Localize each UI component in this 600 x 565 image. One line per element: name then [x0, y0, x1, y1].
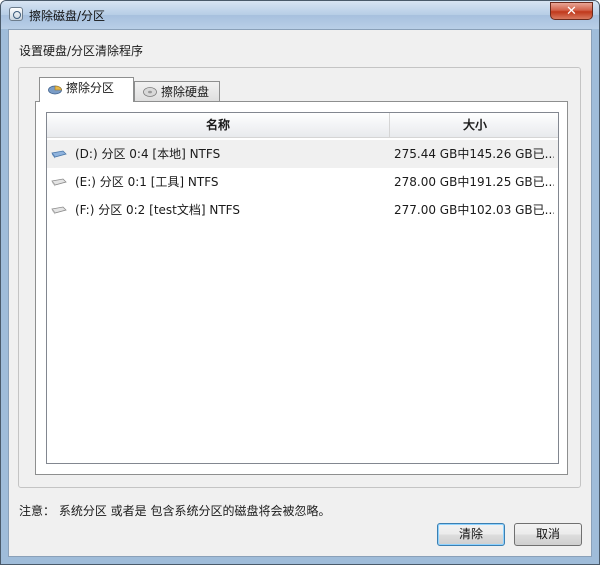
- tab-group: 擦除分区 擦除硬盘 名称 大小 (D:) 分区 0:4 [本地] NTFS 27…: [18, 67, 581, 488]
- row-size: 278.00 GB中191.25 GB已...: [394, 175, 554, 189]
- table-row[interactable]: (F:) 分区 0:2 [test文档] NTFS 277.00 GB中102.…: [47, 196, 558, 224]
- tab-erase-disk-label: 擦除硬盘: [161, 85, 210, 99]
- row-name: (D:) 分区 0:4 [本地] NTFS: [75, 147, 221, 161]
- table-row[interactable]: (D:) 分区 0:4 [本地] NTFS 275.44 GB中145.26 G…: [47, 140, 558, 168]
- window-title: 擦除磁盘/分区: [29, 9, 106, 23]
- title-bar[interactable]: 擦除磁盘/分区 ✕: [1, 1, 599, 29]
- row-size: 275.44 GB中145.26 GB已...: [394, 147, 554, 161]
- column-header-name[interactable]: 名称: [47, 113, 390, 137]
- close-button[interactable]: ✕: [550, 2, 593, 20]
- hard-disk-icon: [143, 87, 157, 97]
- row-name: (F:) 分区 0:2 [test文档] NTFS: [75, 203, 240, 217]
- ignore-note: 注意： 系统分区 或者是 包含系统分区的磁盘将会被忽略。: [19, 504, 331, 518]
- dialog-window: 擦除磁盘/分区 ✕ 设置硬盘/分区清除程序 擦除分区 擦除硬盘 名称 大小 (D…: [0, 0, 600, 565]
- app-icon: [9, 7, 23, 21]
- list-header: 名称 大小: [47, 113, 558, 138]
- table-row[interactable]: (E:) 分区 0:1 [工具] NTFS 278.00 GB中191.25 G…: [47, 168, 558, 196]
- row-size: 277.00 GB中102.03 GB已...: [394, 203, 554, 217]
- tab-panel: 名称 大小 (D:) 分区 0:4 [本地] NTFS 275.44 GB中14…: [35, 101, 568, 475]
- partition-disk-icon: [51, 150, 67, 159]
- column-header-size[interactable]: 大小: [390, 113, 560, 137]
- partition-list[interactable]: 名称 大小 (D:) 分区 0:4 [本地] NTFS 275.44 GB中14…: [46, 112, 559, 464]
- row-name: (E:) 分区 0:1 [工具] NTFS: [75, 175, 219, 189]
- tab-erase-partition[interactable]: 擦除分区: [39, 77, 134, 102]
- dialog-heading: 设置硬盘/分区清除程序: [19, 44, 144, 58]
- partition-icon: [48, 85, 62, 95]
- dialog-body: 设置硬盘/分区清除程序 擦除分区 擦除硬盘 名称 大小 (D:) 分区 0:4 …: [8, 29, 592, 557]
- cancel-button[interactable]: 取消: [514, 523, 582, 546]
- partition-disk-icon: [51, 178, 67, 187]
- partition-disk-icon: [51, 206, 67, 215]
- tab-erase-partition-label: 擦除分区: [66, 81, 115, 95]
- tab-erase-disk[interactable]: 擦除硬盘: [134, 81, 220, 103]
- erase-button[interactable]: 清除: [437, 523, 505, 546]
